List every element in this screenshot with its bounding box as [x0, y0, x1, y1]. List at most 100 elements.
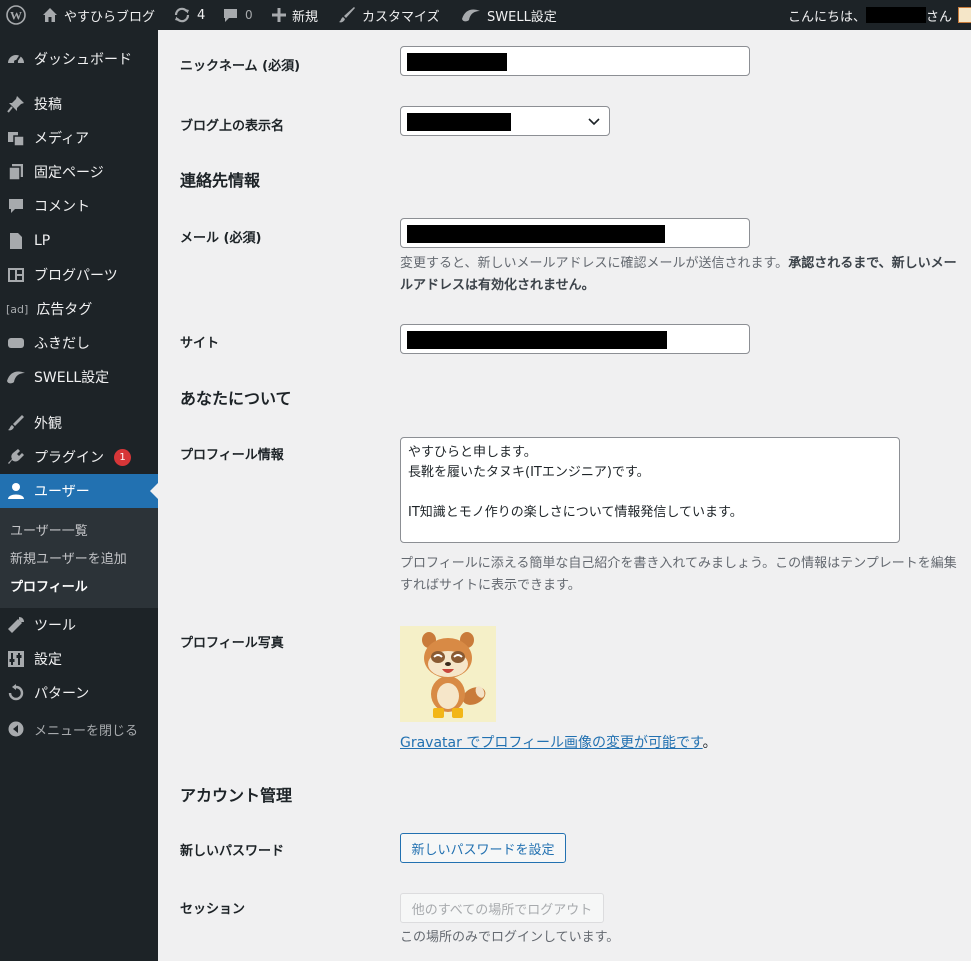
- sidebar-item-blog-parts[interactable]: ブログパーツ: [0, 258, 158, 292]
- sidebar-item-label: ユーザー: [34, 484, 90, 500]
- sidebar-item-posts[interactable]: 投稿: [0, 87, 158, 121]
- collapse-menu-button[interactable]: メニューを閉じる: [0, 712, 158, 746]
- sidebar-item-plugins[interactable]: プラグイン 1: [0, 440, 158, 474]
- greeting-prefix: こんにちは、: [788, 9, 867, 25]
- current-menu-arrow: [150, 483, 158, 499]
- profile-form: ニックネーム (必須) ブログ上の表示名 連絡先情報 メール (必須) 変更する…: [158, 30, 971, 961]
- comments-count: 0: [245, 8, 253, 22]
- swell-icon: [6, 367, 26, 387]
- chevron-down-icon: [587, 114, 601, 132]
- plugin-update-badge: 1: [114, 448, 131, 466]
- sidebar-item-label: 設定: [34, 652, 62, 668]
- redacted-site-url: [407, 331, 667, 349]
- my-account-link[interactable]: こんにちは、 さん: [788, 0, 971, 30]
- email-input[interactable]: [400, 218, 750, 248]
- sidebar-item-pages[interactable]: 固定ページ: [0, 155, 158, 189]
- bio-textarea[interactable]: [400, 437, 900, 543]
- comment-icon: [6, 196, 26, 216]
- contact-section-title: 連絡先情報: [180, 171, 261, 190]
- bio-description: プロフィールに添える簡単な自己紹介を書き入れてみましょう。この情報はテンプレート…: [400, 556, 957, 593]
- sidebar-item-dashboard[interactable]: ダッシュボード: [0, 42, 158, 76]
- profile-avatar-image: [400, 626, 496, 722]
- ad-icon: [ad]: [6, 302, 29, 316]
- user-icon: [6, 481, 26, 501]
- sidebar-item-label: SWELL設定: [34, 370, 110, 386]
- sidebar-item-label: ブログパーツ: [34, 268, 118, 284]
- wordpress-logo-icon[interactable]: W: [6, 0, 26, 30]
- sidebar-item-label: コメント: [34, 199, 90, 215]
- balloon-icon: [6, 333, 26, 353]
- sidebar-item-label: ダッシュボード: [34, 52, 132, 68]
- sidebar-item-patterns[interactable]: パターン: [0, 676, 158, 710]
- sidebar-item-label: 外観: [34, 416, 62, 432]
- display-name-label: ブログ上の表示名: [180, 119, 285, 134]
- greeting-suffix: さん: [926, 9, 953, 25]
- new-label: 新規: [292, 9, 319, 25]
- appearance-icon: [6, 413, 26, 433]
- display-name-select[interactable]: [400, 106, 610, 136]
- site-url-input[interactable]: [400, 324, 750, 354]
- new-content-link[interactable]: 新規: [272, 0, 318, 30]
- dashboard-icon: [6, 49, 26, 69]
- lp-page-icon: [6, 231, 26, 251]
- sidebar-item-appearance[interactable]: 外観: [0, 406, 158, 440]
- sidebar-item-media[interactable]: メディア: [0, 121, 158, 155]
- new-password-label: 新しいパスワード: [180, 844, 285, 859]
- sidebar-item-settings[interactable]: 設定: [0, 642, 158, 676]
- redacted-username: [866, 7, 927, 23]
- sidebar-item-comments[interactable]: コメント: [0, 189, 158, 223]
- pin-icon: [6, 94, 26, 114]
- site-name-link[interactable]: やすひらブログ: [42, 0, 155, 30]
- sidebar-item-lp[interactable]: LP: [0, 224, 158, 258]
- sidebar-item-ad-tags[interactable]: [ad] 広告タグ: [0, 292, 158, 326]
- sidebar-item-swell-settings[interactable]: SWELL設定: [0, 360, 158, 394]
- nickname-label: ニックネーム (必須): [180, 59, 301, 74]
- customize-link[interactable]: カスタマイズ: [338, 0, 440, 30]
- submenu-item-profile[interactable]: プロフィール: [10, 576, 88, 595]
- admin-bar: W やすひらブログ 4 0 新規 カスタマイズ SWELL設定 こんにちは、 さ…: [0, 0, 971, 30]
- email-description: 変更すると、新しいメールアドレスに確認メールが送信されます。承認されるまで、新し…: [400, 256, 957, 293]
- sidebar-item-label: 固定ページ: [34, 165, 104, 181]
- redacted-email: [407, 225, 665, 243]
- sidebar-item-label: LP: [34, 233, 51, 249]
- sessions-label: セッション: [180, 902, 246, 917]
- sidebar-item-tools[interactable]: ツール: [0, 608, 158, 642]
- home-icon: [42, 7, 58, 23]
- tools-icon: [6, 615, 26, 635]
- sidebar-item-users[interactable]: ユーザー: [0, 474, 158, 508]
- sidebar-item-label: 投稿: [34, 97, 62, 113]
- sidebar-item-balloon[interactable]: ふきだし: [0, 326, 158, 360]
- collapse-icon: [6, 719, 26, 739]
- comments-link[interactable]: 0: [222, 0, 253, 30]
- set-new-password-button[interactable]: 新しいパスワードを設定: [400, 833, 566, 863]
- redacted-nickname: [407, 53, 507, 71]
- logout-everywhere-button[interactable]: 他のすべての場所でログアウト: [400, 893, 604, 923]
- swell-icon: [461, 7, 481, 23]
- page-icon: [6, 162, 26, 182]
- gravatar-link[interactable]: Gravatar でプロフィール画像の変更が可能です: [400, 735, 703, 751]
- settings-icon: [6, 649, 26, 669]
- email-label: メール (必須): [180, 231, 262, 246]
- submenu-item-add-user[interactable]: 新規ユーザーを追加: [10, 548, 127, 567]
- nickname-input[interactable]: [400, 46, 750, 76]
- avatar: [958, 7, 971, 23]
- media-icon: [6, 128, 26, 148]
- sidebar-item-label: ツール: [34, 618, 76, 634]
- updates-link[interactable]: 4: [173, 0, 205, 30]
- redacted-display-name: [407, 113, 511, 131]
- session-description: この場所のみでログインしています。: [400, 930, 620, 945]
- submenu-item-all-users[interactable]: ユーザー一覧: [10, 520, 88, 539]
- profile-photo-label: プロフィール写真: [180, 636, 284, 651]
- plus-icon: [272, 8, 286, 22]
- sidebar-item-label: プラグイン: [34, 450, 104, 466]
- sidebar-item-label: ふきだし: [34, 336, 90, 352]
- customize-label: カスタマイズ: [362, 9, 440, 25]
- sidebar-item-label: パターン: [34, 686, 90, 702]
- svg-text:W: W: [10, 9, 22, 23]
- swell-settings-link[interactable]: SWELL設定: [461, 0, 557, 30]
- sidebar-item-label: メニューを閉じる: [34, 723, 139, 739]
- swell-settings-label: SWELL設定: [487, 9, 557, 25]
- admin-menu: ダッシュボード 投稿 メディア 固定ページ コメント LP ブログパーツ [ad…: [0, 30, 158, 961]
- about-section-title: あなたについて: [180, 389, 292, 408]
- site-label: サイト: [180, 336, 220, 351]
